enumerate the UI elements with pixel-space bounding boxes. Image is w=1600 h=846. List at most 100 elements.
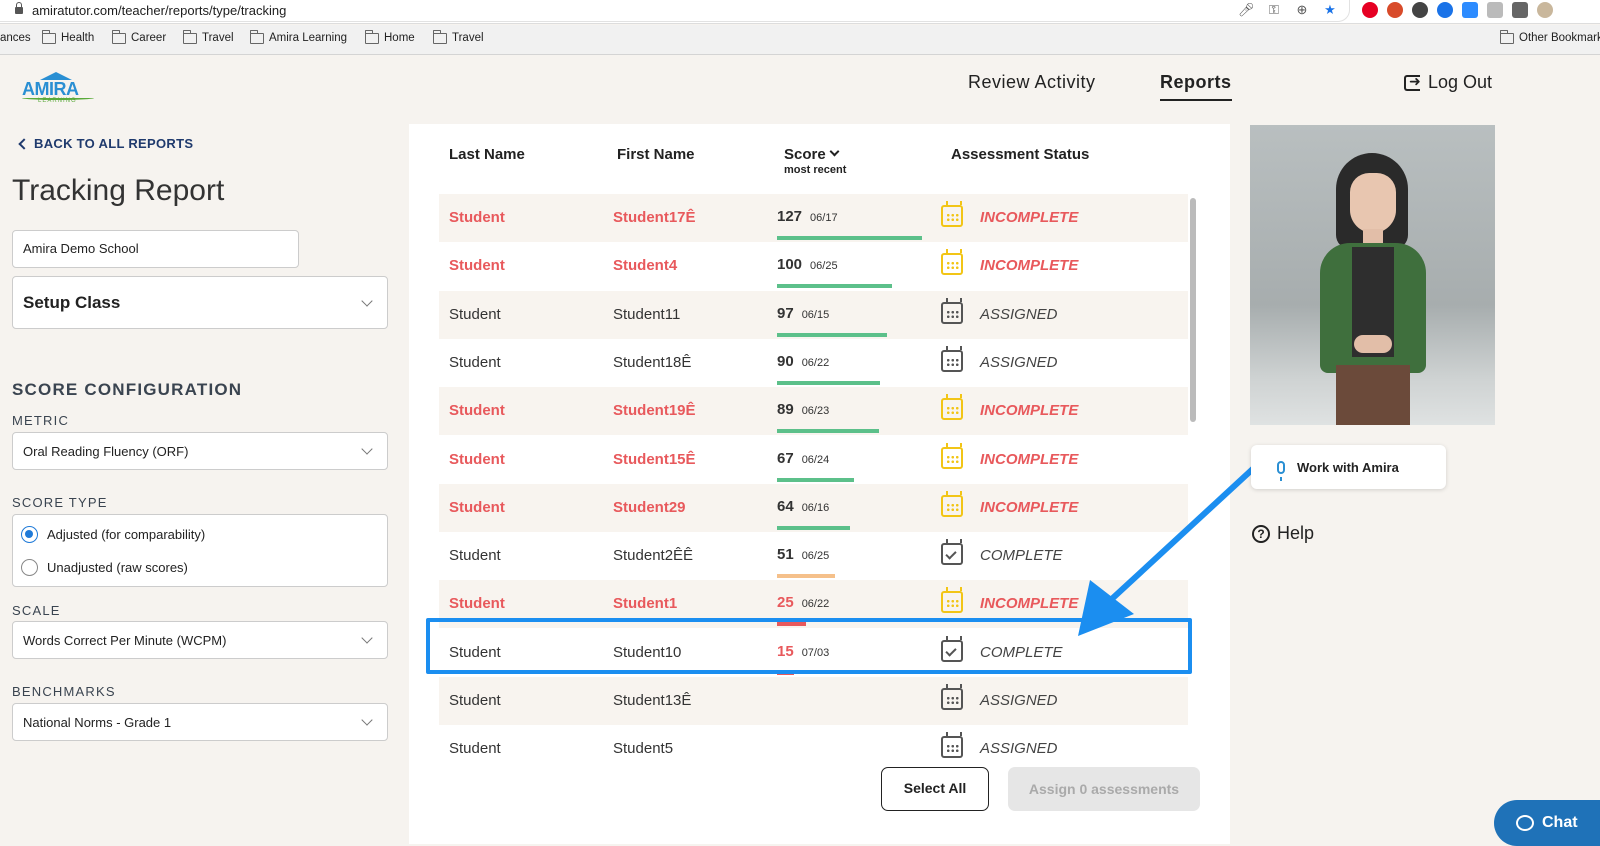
pinterest-extension-icon[interactable] — [1362, 2, 1378, 18]
score-value: 64 — [777, 497, 794, 515]
calendar-icon — [941, 394, 963, 421]
first-name-cell: Student19Ê — [613, 402, 696, 420]
calendar-icon — [941, 201, 963, 227]
other-bookmarks-folder[interactable]: Other Bookmarks — [1500, 29, 1600, 44]
bookmark-folder[interactable]: Health — [42, 29, 94, 44]
table-row[interactable]: Student Student4 100 06/25 INCOMPLETE — [439, 242, 1188, 290]
folder-icon — [112, 29, 126, 44]
browser-address-bar: amiratutor.com/teacher/reports/type/trac… — [0, 0, 1600, 24]
table-row[interactable]: Student Student13Ê ASSIGNED — [439, 677, 1188, 725]
microphone-icon[interactable]: 🎤︎ — [1238, 2, 1255, 18]
nav-reports[interactable]: Reports — [1160, 72, 1232, 101]
back-to-reports-link[interactable]: BACK TO ALL REPORTS — [18, 136, 193, 151]
score-cell: 127 06/17 — [777, 208, 838, 225]
chevron-down-icon — [361, 632, 373, 644]
last-name-cell: Student — [449, 595, 505, 613]
score-date: 06/16 — [801, 501, 830, 514]
page-title: Tracking Report — [12, 174, 225, 207]
score-bar — [777, 525, 850, 530]
benchmarks-label: BENCHMARKS — [12, 684, 116, 699]
bookmark-folder[interactable]: Amira Learning — [250, 29, 347, 44]
bookmark-folder[interactable]: Travel — [183, 29, 234, 44]
url-field[interactable]: amiratutor.com/teacher/reports/type/trac… — [0, 0, 1350, 22]
last-name-cell: Student — [449, 257, 505, 275]
bookmark-star-icon[interactable]: ★ — [1322, 2, 1338, 18]
scale-label: SCALE — [12, 603, 61, 618]
table-row[interactable]: Student Student18Ê 90 06/22 ASSIGNED — [439, 339, 1188, 387]
first-name-cell: Student1 — [613, 595, 678, 613]
nav-review-activity[interactable]: Review Activity — [968, 72, 1096, 93]
puzzle-extensions-icon[interactable] — [1512, 2, 1528, 18]
zoom-icon[interactable]: ⊕ — [1294, 2, 1310, 18]
score-bar — [777, 429, 879, 434]
help-link[interactable]: ? Help — [1252, 523, 1314, 544]
last-name-cell: Student — [449, 547, 501, 565]
metric-select[interactable]: Oral Reading Fluency (ORF) — [12, 432, 388, 470]
scale-select[interactable]: Words Correct Per Minute (WCPM) — [12, 621, 388, 659]
chevron-down-icon — [361, 443, 373, 455]
radio-adjusted[interactable]: Adjusted (for comparability) — [21, 526, 205, 543]
last-name-cell: Student — [449, 402, 505, 420]
logout-button[interactable]: Log Out — [1404, 72, 1492, 93]
url-text[interactable]: amiratutor.com/teacher/reports/type/trac… — [32, 3, 286, 18]
assessment-status: ASSIGNED — [980, 740, 1058, 758]
score-cell: 64 06/16 — [777, 498, 829, 515]
column-header-score[interactable]: Score — [784, 146, 840, 163]
calendar-check-icon — [941, 539, 963, 566]
radio-button-selected[interactable] — [21, 526, 38, 543]
last-name-cell: Student — [449, 305, 501, 323]
extension-icon[interactable] — [1387, 2, 1403, 18]
score-value: 97 — [777, 304, 794, 322]
extension-icon[interactable] — [1412, 2, 1428, 18]
first-name-cell: Student11 — [613, 305, 681, 323]
score-cell: 97 06/15 — [777, 305, 829, 322]
column-header-assessment-status[interactable]: Assessment Status — [951, 146, 1089, 163]
score-value: 51 — [777, 546, 794, 564]
bookmark-folder[interactable]: Home — [365, 29, 415, 44]
extension-icon[interactable] — [1487, 2, 1503, 18]
zoom-extension-icon[interactable] — [1462, 2, 1478, 18]
bookmark-folder[interactable]: Career — [112, 29, 166, 44]
extension-icon[interactable] — [1437, 2, 1453, 18]
table-row[interactable]: Student Student11 97 06/15 ASSIGNED — [439, 290, 1188, 339]
score-date: 06/17 — [810, 212, 838, 224]
first-name-cell: Student5 — [613, 740, 674, 758]
amira-logo[interactable]: AMIRA LEARNING — [22, 72, 94, 106]
setup-class-dropdown[interactable]: Setup Class — [12, 276, 388, 329]
bookmark-folder[interactable]: Travel — [433, 29, 484, 44]
column-header-first-name[interactable]: First Name — [617, 146, 695, 163]
table-row[interactable]: Student Student19Ê 89 06/23 INCOMPLETE — [439, 387, 1188, 436]
calendar-icon — [941, 249, 963, 276]
chevron-down-icon — [361, 714, 373, 726]
metric-label: METRIC — [12, 413, 70, 428]
score-cell: 51 06/25 — [777, 546, 829, 563]
bookmark-item[interactable]: ances — [0, 32, 31, 44]
radio-button[interactable] — [21, 559, 38, 576]
last-name-cell: Student — [449, 353, 501, 371]
score-date: 06/25 — [801, 550, 830, 563]
last-name-cell: Student — [449, 498, 505, 516]
folder-icon — [183, 29, 197, 44]
score-value: 25 — [777, 594, 794, 612]
table-scrollbar[interactable] — [1190, 198, 1196, 422]
first-name-cell: Student2ÊÊ — [613, 547, 694, 565]
table-row[interactable]: Student Student17Ê 127 06/17 INCOMPLETE — [439, 194, 1188, 242]
calendar-icon — [941, 490, 963, 517]
score-date: 06/22 — [801, 356, 830, 369]
first-name-cell: Student4 — [613, 257, 678, 275]
assign-assessments-button[interactable]: Assign 0 assessments — [1008, 767, 1200, 811]
assessment-status: COMPLETE — [980, 547, 1063, 565]
chat-button[interactable]: Chat — [1494, 800, 1600, 846]
score-bar — [777, 332, 888, 337]
key-icon[interactable]: ⚿ — [1266, 2, 1282, 18]
score-cell: 25 06/22 — [777, 594, 829, 611]
profile-avatar[interactable] — [1537, 2, 1553, 18]
radio-unadjusted[interactable]: Unadjusted (raw scores) — [21, 559, 188, 576]
table-row[interactable]: Student Student5 ASSIGNED — [439, 725, 1188, 760]
work-with-amira-button[interactable]: Work with Amira — [1251, 445, 1446, 489]
school-field[interactable]: Amira Demo School — [12, 230, 299, 268]
benchmarks-select[interactable]: National Norms - Grade 1 — [12, 703, 388, 741]
column-header-last-name[interactable]: Last Name — [449, 146, 525, 163]
select-all-button[interactable]: Select All — [881, 767, 989, 811]
score-bar — [777, 284, 892, 289]
